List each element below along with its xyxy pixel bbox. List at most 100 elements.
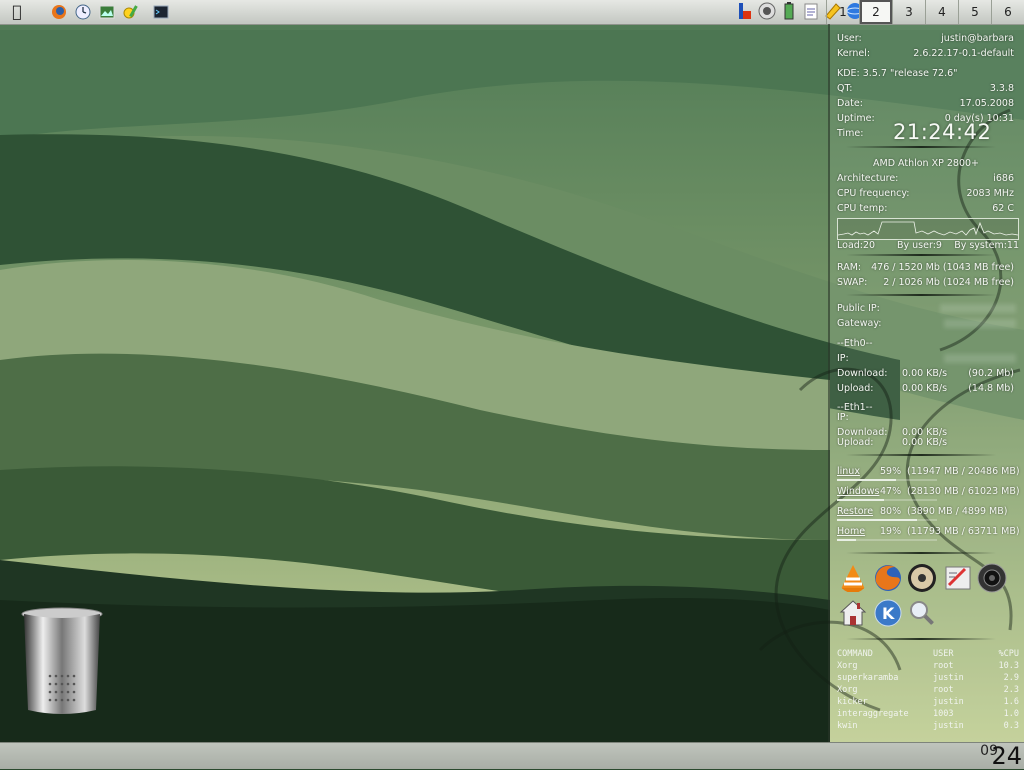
clock-minute[interactable]: 24 [991, 744, 1022, 768]
clipboard-icon[interactable] [802, 2, 820, 20]
cpu-freq-value: 2083 MHz [966, 188, 1014, 199]
cpu-load-graph [837, 218, 1019, 240]
public-ip-label: Public IP: [837, 303, 880, 314]
separator [846, 638, 996, 640]
process-command: Xorg [837, 685, 858, 695]
clock-icon[interactable] [74, 3, 92, 21]
kde-icon[interactable] [736, 2, 754, 20]
home-folder-icon[interactable] [838, 598, 868, 628]
control-center-icon[interactable] [122, 3, 140, 21]
process-user: 1003 [933, 709, 954, 719]
camera-lens-icon[interactable] [977, 563, 1007, 593]
speaker-icon[interactable] [758, 2, 776, 20]
eth0-header: --Eth0-- [837, 338, 873, 349]
column-header: %CPU [998, 649, 1019, 659]
disk-bar-fill [837, 519, 917, 521]
desktop-1-button[interactable]: 1 [826, 0, 859, 24]
table-row: Xorg root 2.3 [837, 684, 1019, 696]
disk-detail: (28130 MB / 61023 MB) [907, 486, 1020, 497]
eth0-download-rate: 0.00 KB/s [902, 368, 948, 379]
disk-percent: 80% [880, 506, 902, 517]
desktop-4-button[interactable]: 4 [925, 0, 958, 24]
disk-bar-fill [837, 539, 856, 541]
desktop-3-button[interactable]: 3 [892, 0, 925, 24]
process-command: kicker [837, 697, 868, 707]
image-viewer-icon[interactable] [98, 3, 116, 21]
process-command: Xorg [837, 661, 858, 671]
disk-name[interactable]: Home [837, 526, 865, 537]
process-user: justin [933, 673, 964, 683]
process-command: kwin [837, 721, 858, 731]
date-label: Date: [837, 98, 863, 109]
process-cpu: 2.9 [1003, 673, 1019, 683]
table-row: superkaramba justin 2.9 [837, 672, 1019, 684]
desktop-6-button[interactable]: 6 [991, 0, 1024, 24]
disk-name[interactable]: Restore [837, 506, 873, 517]
time-label: Time: [837, 128, 864, 139]
search-icon[interactable] [907, 598, 937, 628]
table-row: interaggregate 1003 1.0 [837, 708, 1019, 720]
separator [846, 552, 996, 554]
firefox-icon[interactable] [50, 3, 68, 21]
disk-percent: 47% [880, 486, 902, 497]
cpu-temp-value: 62 C [992, 203, 1014, 214]
ram-value: 476 / 1520 Mb (1043 MB free) [871, 262, 1014, 273]
process-user: root [933, 685, 954, 695]
vlc-icon[interactable] [838, 563, 868, 593]
disk-bar-fill [837, 479, 896, 481]
eth0-ip-label: IP: [837, 353, 849, 364]
apple-menu-icon[interactable]:  [8, 3, 26, 21]
process-cpu: 0.3 [1003, 721, 1019, 731]
cpu-name: AMD Athlon XP 2800+ [873, 158, 979, 169]
process-table-header: COMMAND USER %CPU [837, 648, 1019, 660]
disk-bar-restore [837, 519, 937, 521]
separator [846, 254, 996, 256]
quick-launcher:  [0, 3, 170, 21]
kde-menu-icon[interactable]: K [873, 598, 903, 628]
process-cpu: 1.6 [1003, 697, 1019, 707]
eth0-download-label: Download: [837, 368, 888, 379]
uptime-label: Uptime: [837, 113, 875, 124]
desktop-5-button[interactable]: 5 [958, 0, 991, 24]
desktop-pager: 1 2 3 4 5 6 [826, 0, 1024, 24]
eth1-upload-label: Upload: [837, 437, 874, 448]
separator [846, 454, 996, 456]
process-user: root [933, 661, 954, 671]
kernel-label: Kernel: [837, 48, 871, 59]
text-editor-icon[interactable] [943, 563, 973, 593]
terminal-icon[interactable] [152, 3, 170, 21]
disk-name[interactable]: linux [837, 466, 860, 477]
column-header: USER [933, 649, 954, 659]
desktop-2-button[interactable]: 2 [859, 0, 892, 24]
disk-bar-windows [837, 499, 937, 501]
disk-percent: 59% [880, 466, 902, 477]
top-panel:  1 2 3 4 5 6 [0, 0, 1024, 25]
table-row: Xorg root 10.3 [837, 660, 1019, 672]
cpu-temp-label: CPU temp: [837, 203, 888, 214]
eth1-ip-label: IP: [837, 412, 849, 423]
separator [846, 294, 996, 296]
disk-bar-linux [837, 479, 937, 481]
svg-text:K: K [882, 604, 895, 623]
disk-name[interactable]: Windows [837, 486, 879, 497]
arch-value: i686 [993, 173, 1014, 184]
disk-bar-fill [837, 499, 884, 501]
process-cpu: 2.3 [1003, 685, 1019, 695]
separator [846, 146, 996, 148]
process-command: interaggregate [837, 709, 909, 719]
load-user: By user:9 [897, 240, 942, 251]
bottom-panel [0, 742, 1024, 769]
trash-icon[interactable] [20, 606, 104, 718]
user-value: justin@barbara [941, 33, 1014, 44]
disk-percent: 19% [880, 526, 902, 537]
process-user: justin [933, 697, 964, 707]
process-cpu: 10.3 [998, 661, 1019, 671]
table-row: kwin justin 0.3 [837, 720, 1019, 732]
table-row: kicker justin 1.6 [837, 696, 1019, 708]
arch-label: Architecture: [837, 173, 899, 184]
battery-icon[interactable] [780, 2, 798, 20]
firefox-icon[interactable] [873, 563, 903, 593]
process-cpu: 1.0 [1003, 709, 1019, 719]
user-label: User: [837, 33, 862, 44]
cd-player-icon[interactable] [907, 563, 937, 593]
